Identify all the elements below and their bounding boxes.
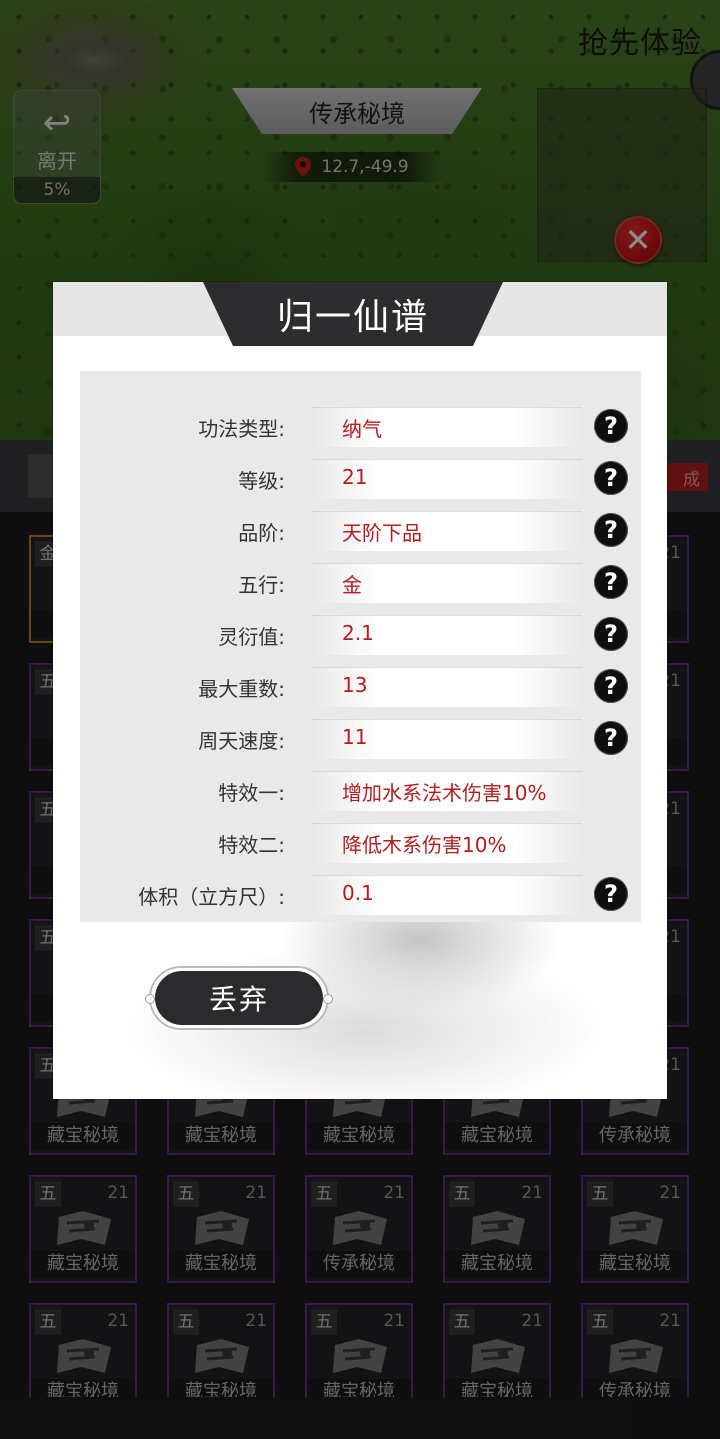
attribute-value: 降低木系伤害10% [342, 833, 507, 857]
help-icon[interactable]: ? [594, 565, 628, 599]
attribute-label: 特效二: [218, 833, 285, 857]
attribute-value: 21 [342, 465, 368, 489]
attribute-value: 2.1 [342, 621, 374, 645]
attribute-panel: 功法类型: 纳气? 等级: 21? 品阶: 天阶下品? 五行: 金? 灵衍值: 2.1? 最大重数:… [80, 371, 641, 922]
help-icon[interactable]: ? [594, 461, 628, 495]
attribute-row: 特效一: 增加水系法术伤害10% [80, 765, 641, 817]
button-ornament [145, 994, 155, 1004]
attribute-label: 等级: [238, 469, 285, 493]
attribute-value: 金 [342, 573, 362, 597]
attribute-value: 13 [342, 673, 368, 697]
help-icon[interactable]: ? [594, 409, 628, 443]
attribute-row: 品阶: 天阶下品? [80, 505, 641, 557]
attribute-label: 功法类型: [198, 417, 285, 441]
attribute-row: 体积（立方尺）: 0.1? [80, 869, 641, 921]
attribute-row: 等级: 21? [80, 453, 641, 505]
attribute-row: 特效二: 降低木系伤害10% [80, 817, 641, 869]
dialog-title: 归一仙谱 [203, 282, 503, 346]
help-icon[interactable]: ? [594, 877, 628, 911]
help-icon[interactable]: ? [594, 617, 628, 651]
attribute-label: 特效一: [218, 781, 285, 805]
attribute-label: 五行: [238, 573, 285, 597]
attribute-label: 最大重数: [198, 677, 285, 701]
attribute-row: 周天速度: 11? [80, 713, 641, 765]
attribute-row: 最大重数: 13? [80, 661, 641, 713]
attribute-value: 11 [342, 725, 368, 749]
attribute-value: 增加水系法术伤害10% [342, 781, 547, 805]
discard-button[interactable]: 丢弃 [145, 966, 333, 1030]
attribute-value: 纳气 [342, 417, 382, 441]
attribute-label: 周天速度: [198, 729, 285, 753]
attribute-row: 灵衍值: 2.1? [80, 609, 641, 661]
item-detail-dialog: 归一仙谱 功法类型: 纳气? 等级: 21? 品阶: 天阶下品? 五行: 金? 灵衍值: 2.1?… [53, 282, 667, 1099]
discard-button-label: 丢弃 [155, 971, 323, 1025]
help-icon[interactable]: ? [594, 669, 628, 703]
attribute-row: 五行: 金? [80, 557, 641, 609]
attribute-value: 0.1 [342, 881, 374, 905]
attribute-label: 灵衍值: [218, 625, 285, 649]
attribute-value: 天阶下品 [342, 521, 422, 545]
help-icon[interactable]: ? [594, 513, 628, 547]
button-ornament [323, 994, 333, 1004]
attribute-row: 功法类型: 纳气? [80, 401, 641, 453]
attribute-label: 体积（立方尺）: [138, 885, 285, 909]
help-icon[interactable]: ? [594, 721, 628, 755]
attribute-label: 品阶: [238, 521, 285, 545]
